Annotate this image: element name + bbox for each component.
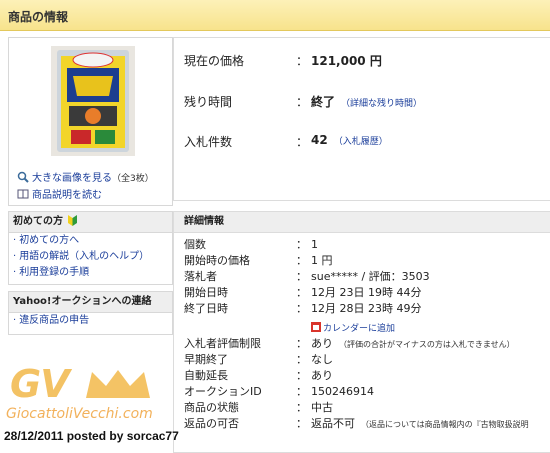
enlarge-image-link[interactable]: 大きな画像を見る（全3枚）	[17, 169, 154, 184]
bid-history-link[interactable]: （入札履歴）	[334, 137, 388, 147]
beginner-panel: 初めての方 · 初めての方へ · 用語の解説（入札のヘルプ） · 利用登録の手順	[8, 211, 173, 285]
detail-value: 12月 23日 19時 44分	[311, 286, 422, 299]
magnifier-icon	[17, 171, 29, 183]
detail-value: 12月 28日 23時 49分	[311, 302, 422, 315]
detail-value: sue***** / 評価：3503	[311, 270, 430, 283]
bid-count-label: 入札件数	[184, 135, 233, 149]
detail-note: （評価の合計がマイナスの方は入札できません）	[339, 340, 515, 349]
detail-row-condition: 商品の状態：中古	[184, 401, 333, 414]
calendar-icon	[311, 322, 321, 332]
detail-info-title: 詳細情報	[174, 212, 550, 233]
add-to-calendar-link[interactable]: カレンダーに追加	[311, 321, 395, 334]
detail-value: あり	[311, 369, 333, 382]
product-image[interactable]	[51, 46, 135, 156]
watermark: GV GiocattoliVecchi.com	[6, 362, 166, 424]
detail-label: 個数	[184, 238, 206, 251]
detail-row-rating-limit: 入札者評価制限：あり （評価の合計がマイナスの方は入札できません）	[184, 336, 515, 352]
detail-label: 終了日時	[184, 302, 228, 315]
price-value: 121,000 円	[311, 54, 382, 68]
report-violation-link[interactable]: · 違反商品の申告	[9, 313, 172, 329]
contact-panel: Yahoo!オークションへの連絡 · 違反商品の申告	[8, 291, 173, 335]
price-row: 現在の価格 ： 121,000 円	[184, 54, 382, 68]
watermark-logo: GV	[10, 362, 70, 406]
detail-label: 商品の状態	[184, 401, 239, 414]
detail-value: 返品不可 （返品については商品情報内の『古物取扱説明	[311, 417, 529, 430]
beginner-link-glossary[interactable]: · 用語の解説（入札のヘルプ）	[9, 249, 172, 265]
read-description-label[interactable]: 商品説明を読む	[32, 190, 102, 201]
detail-label: 返品の可否	[184, 417, 239, 430]
detail-label: 落札者	[184, 270, 217, 283]
detail-info-panel: 詳細情報 個数： 1 開始時の価格： 1 円落札者： sue***** / 評価：350…	[173, 211, 550, 453]
time-left-value: 終了	[311, 95, 336, 109]
detail-value: 1	[311, 238, 318, 251]
time-left-label: 残り時間	[184, 95, 233, 109]
beginner-panel-header: 初めての方	[9, 212, 172, 233]
price-summary: 現在の価格 ： 121,000 円 残り時間 ： 終了 （詳細な残り時間） 入札件…	[173, 37, 550, 201]
detail-row-auto-extend: 自動延長：あり	[184, 369, 333, 382]
price-label: 現在の価格	[184, 54, 245, 68]
detail-row-start-price: 開始時の価格： 1 円	[184, 254, 333, 267]
book-icon	[17, 188, 29, 200]
posted-caption: 28/12/2011 posted by sorcac77	[4, 429, 179, 443]
section-title: 商品の情報	[8, 10, 69, 24]
detail-value: 中古	[311, 401, 333, 414]
read-description-link[interactable]: 商品説明を読む	[17, 186, 102, 201]
crown-icon	[86, 370, 150, 398]
detail-label: 開始日時	[184, 286, 228, 299]
detailed-time-link[interactable]: （詳細な残り時間）	[341, 99, 422, 109]
beginner-link-registration[interactable]: · 利用登録の手順	[9, 265, 172, 281]
detail-row-end-date: 終了日時： 12月 28日 23時 49分	[184, 302, 422, 315]
contact-panel-title: Yahoo!オークションへの連絡	[9, 292, 172, 313]
detail-value: 150246914	[311, 385, 374, 398]
watermark-site: GiocattoliVecchi.com	[6, 406, 153, 422]
detail-row-winner: 落札者： sue***** / 評価：3503	[184, 270, 430, 283]
detail-label: 開始時の価格	[184, 254, 250, 267]
bid-count-value: 42	[311, 133, 328, 147]
beginner-link-intro[interactable]: · 初めての方へ	[9, 233, 172, 249]
enlarge-image-label[interactable]: 大きな画像を見る	[32, 173, 112, 184]
detail-value: あり （評価の合計がマイナスの方は入札できません）	[311, 337, 515, 350]
image-count-note: （全3枚）	[112, 174, 154, 184]
detail-row-start-date: 開始日時： 12月 23日 19時 44分	[184, 286, 422, 299]
detail-label: 早期終了	[184, 353, 228, 366]
detail-note: （返品については商品情報内の『古物取扱説明	[361, 420, 529, 429]
beginner-panel-title: 初めての方	[13, 216, 63, 227]
detail-row-auction-id: オークションID： 150246914	[184, 385, 374, 398]
bid-count-row: 入札件数 ： 42 （入札履歴）	[184, 133, 388, 149]
time-left-row: 残り時間 ： 終了 （詳細な残り時間）	[184, 95, 423, 109]
section-header: 商品の情報	[0, 0, 550, 31]
beginner-mark-icon	[68, 214, 78, 226]
detail-row-quantity: 個数： 1	[184, 238, 318, 251]
detail-label: オークションID	[184, 385, 262, 398]
detail-label: 入札者評価制限	[184, 337, 261, 350]
product-image-box: 大きな画像を見る（全3枚） 商品説明を読む	[8, 37, 173, 206]
detail-value: なし	[311, 353, 333, 366]
detail-row-returns: 返品の可否：返品不可 （返品については商品情報内の『古物取扱説明	[184, 416, 529, 432]
detail-value: 1 円	[311, 254, 333, 267]
detail-row-early-end: 早期終了：なし	[184, 353, 333, 366]
detail-label: 自動延長	[184, 369, 228, 382]
